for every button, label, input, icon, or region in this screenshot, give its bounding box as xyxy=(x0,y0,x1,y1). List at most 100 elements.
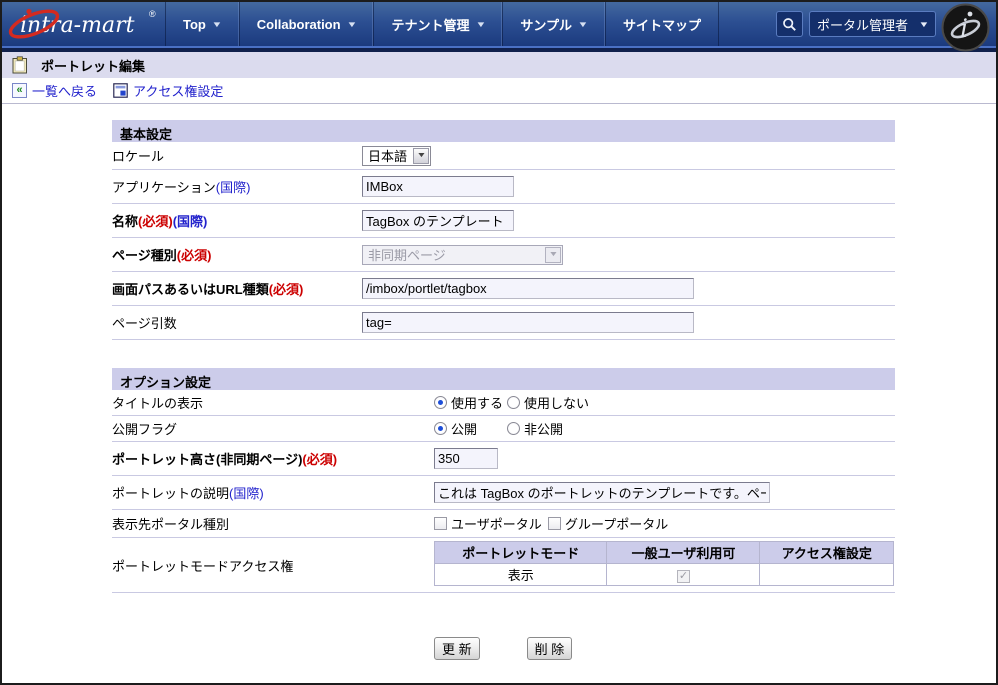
radio-button-checked[interactable] xyxy=(434,396,447,409)
access-rights-link[interactable]: アクセス権設定 xyxy=(113,81,223,100)
intra-mart-badge[interactable]: i xyxy=(941,3,990,52)
checkbox-unchecked[interactable] xyxy=(548,517,561,530)
checkbox-label: ユーザポータル xyxy=(451,514,542,533)
user-role-label: ポータル管理者 xyxy=(817,15,908,34)
field-label-public-flag: 公開フラグ xyxy=(112,419,434,438)
cell-access-setting xyxy=(760,564,894,586)
search-icon xyxy=(782,17,797,32)
back-to-list-link[interactable]: « 一覧へ戻る xyxy=(12,81,97,100)
nav-item-tenant-admin[interactable]: テナント管理 ▼ xyxy=(373,2,502,46)
nav-item-sitemap[interactable]: サイトマップ xyxy=(605,2,719,46)
name-input[interactable] xyxy=(362,210,514,231)
field-label-name: 名称(必須)(国際) xyxy=(112,211,362,230)
application-input[interactable] xyxy=(362,176,514,197)
page-title: ポートレット編集 xyxy=(41,56,145,75)
search-button[interactable] xyxy=(776,11,803,37)
radio-option-private[interactable]: 非公開 xyxy=(507,419,563,438)
description-input[interactable] xyxy=(434,482,770,503)
form-row-title-display: タイトルの表示 使用する 使用しない xyxy=(112,390,895,416)
field-label-page-type: ページ種別(必須) xyxy=(112,245,362,264)
checkbox-checked-disabled: ✓ xyxy=(677,570,690,583)
checkbox-label: グループポータル xyxy=(565,514,668,533)
checkbox-unchecked[interactable] xyxy=(434,517,447,530)
radio-option-use[interactable]: 使用する xyxy=(434,393,507,412)
nav-menu: Top ▼ Collaboration ▼ テナント管理 ▼ サンプル ▼ サイ… xyxy=(165,2,719,46)
nav-item-label: Collaboration xyxy=(257,17,341,32)
page-type-select-value: 非同期ページ xyxy=(363,245,451,264)
delete-button[interactable]: 削 除 xyxy=(527,637,573,660)
radio-button[interactable] xyxy=(507,396,520,409)
field-label-description: ポートレットの説明(国際) xyxy=(112,483,434,502)
portlet-height-input[interactable] xyxy=(434,448,498,469)
section-header-options: オプション設定 xyxy=(112,368,895,390)
form-row-screen-path: 画面パスあるいはURL種類(必須) xyxy=(112,272,895,306)
chevron-down-icon: ▼ xyxy=(918,20,929,29)
badge-icon: i xyxy=(941,3,990,52)
access-settings-icon xyxy=(113,83,128,98)
form-row-description: ポートレットの説明(国際) xyxy=(112,476,895,510)
field-label-page-args: ページ引数 xyxy=(112,313,362,332)
form-row-page-args: ページ引数 xyxy=(112,306,895,340)
checkbox-option-group-portal[interactable]: グループポータル xyxy=(548,514,668,533)
nav-item-top[interactable]: Top ▼ xyxy=(165,2,239,46)
chevron-down-icon: ▼ xyxy=(577,20,588,29)
column-header-general-user: 一般ユーザ利用可 xyxy=(607,542,760,564)
form-buttons: 更 新 削 除 xyxy=(434,637,895,660)
field-label-title-display: タイトルの表示 xyxy=(112,393,434,412)
intra-mart-logo[interactable]: intra-mart ® xyxy=(2,2,165,46)
back-icon: « xyxy=(12,83,27,98)
form-row-name: 名称(必須)(国際) xyxy=(112,204,895,238)
chevron-down-icon: ▼ xyxy=(475,20,486,29)
column-header-access-setting: アクセス権設定 xyxy=(760,542,894,564)
radio-option-not-use[interactable]: 使用しない xyxy=(507,393,589,412)
field-label-locale: ロケール xyxy=(112,146,362,165)
table-header-row: ポートレットモード 一般ユーザ利用可 アクセス権設定 xyxy=(435,542,894,564)
nav-item-label: Top xyxy=(183,17,206,32)
locale-select-value: 日本語 xyxy=(363,146,412,165)
access-link-label: アクセス権設定 xyxy=(133,81,223,100)
field-label-mode-access: ポートレットモードアクセス権 xyxy=(112,556,434,575)
top-navbar: intra-mart ® Top ▼ Collaboration ▼ テナント管… xyxy=(2,2,996,46)
cell-mode: 表示 xyxy=(435,564,607,586)
field-label-application: アプリケーション(国際) xyxy=(112,177,362,196)
nav-item-sample[interactable]: サンプル ▼ xyxy=(502,2,605,46)
form-row-portlet-height: ポートレット高さ(非同期ページ)(必須) xyxy=(112,442,895,476)
cell-general-user: ✓ xyxy=(607,564,760,586)
nav-item-label: サンプル xyxy=(520,15,572,34)
radio-label: 公開 xyxy=(451,419,477,438)
form-row-mode-access: ポートレットモードアクセス権 ポートレットモード 一般ユーザ利用可 アクセス権設… xyxy=(112,538,895,593)
table-row: 表示 ✓ xyxy=(435,564,894,586)
user-role-dropdown[interactable]: ポータル管理者 ▼ xyxy=(809,11,936,37)
field-label-portlet-height: ポートレット高さ(非同期ページ)(必須) xyxy=(112,449,434,468)
section-header-basic: 基本設定 xyxy=(112,120,895,142)
checkbox-option-user-portal[interactable]: ユーザポータル xyxy=(434,514,548,533)
nav-item-label: サイトマップ xyxy=(623,15,701,34)
links-toolbar: « 一覧へ戻る アクセス権設定 xyxy=(2,78,996,104)
chevron-down-icon: ▼ xyxy=(545,247,561,263)
page-args-input[interactable] xyxy=(362,312,694,333)
form-row-public-flag: 公開フラグ 公開 非公開 xyxy=(112,416,895,442)
registered-mark: ® xyxy=(149,9,156,19)
logo-i-dot xyxy=(26,9,31,14)
locale-select[interactable]: 日本語 ▼ xyxy=(362,146,431,166)
intra-mart-logo-image: intra-mart ® xyxy=(8,5,160,43)
radio-option-public[interactable]: 公開 xyxy=(434,419,507,438)
page-titlebar: ポートレット編集 xyxy=(2,52,996,78)
form-row-page-type: ページ種別(必須) 非同期ページ ▼ xyxy=(112,238,895,272)
form-row-application: アプリケーション(国際) xyxy=(112,170,895,204)
portlet-mode-access-table: ポートレットモード 一般ユーザ利用可 アクセス権設定 表示 ✓ xyxy=(434,541,894,586)
radio-button[interactable] xyxy=(507,422,520,435)
portlet-edit-page: intra-mart ® Top ▼ Collaboration ▼ テナント管… xyxy=(0,0,998,685)
column-header-portlet-mode: ポートレットモード xyxy=(435,542,607,564)
radio-button-checked[interactable] xyxy=(434,422,447,435)
screen-path-input[interactable] xyxy=(362,278,694,299)
page-type-select: 非同期ページ ▼ xyxy=(362,245,563,265)
radio-label: 使用する xyxy=(451,393,503,412)
chevron-down-icon: ▼ xyxy=(346,20,357,29)
radio-label: 使用しない xyxy=(524,393,589,412)
field-label-screen-path: 画面パスあるいはURL種類(必須) xyxy=(112,279,362,298)
form-row-locale: ロケール 日本語 ▼ xyxy=(112,142,895,170)
update-button[interactable]: 更 新 xyxy=(434,637,480,660)
nav-item-collaboration[interactable]: Collaboration ▼ xyxy=(239,2,374,46)
radio-label: 非公開 xyxy=(524,419,563,438)
